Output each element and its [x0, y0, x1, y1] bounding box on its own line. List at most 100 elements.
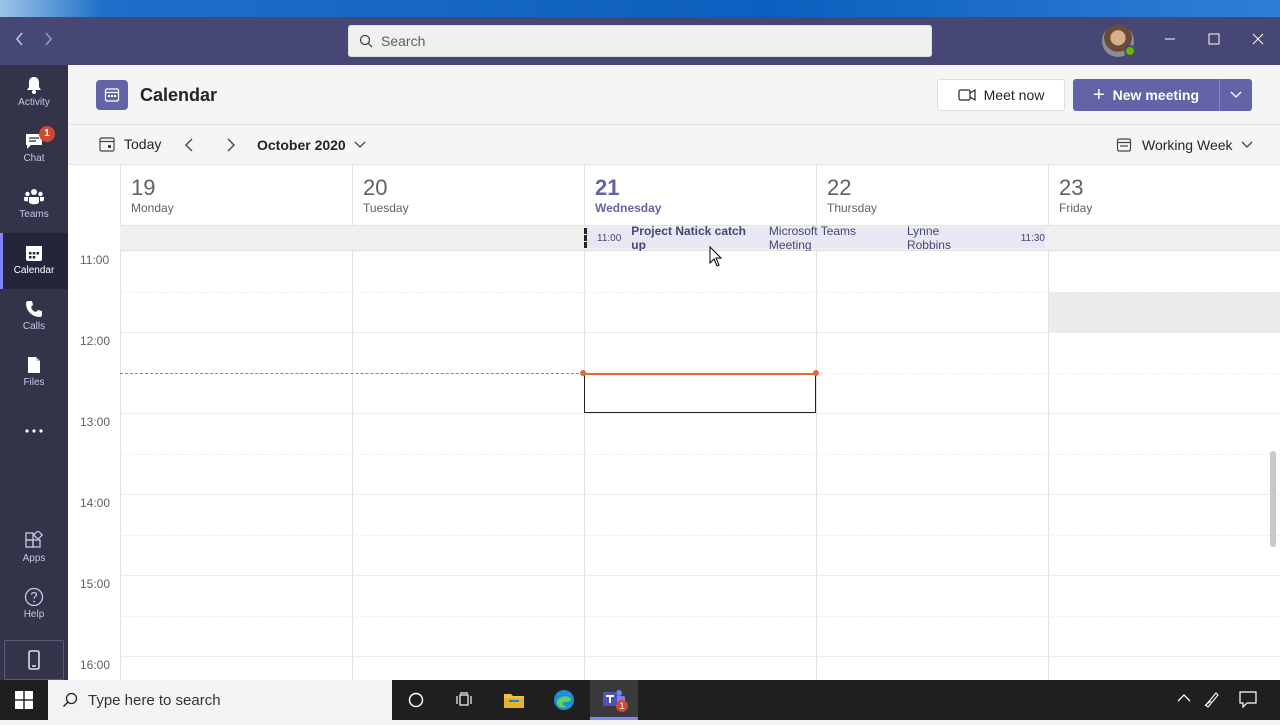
time-label: 16:00 — [80, 658, 111, 672]
apps-icon — [25, 531, 44, 548]
cortana-icon — [408, 692, 424, 708]
calendar-app-icon — [96, 80, 128, 110]
event-start-time: 11:00 — [597, 232, 622, 244]
today-button[interactable]: Today — [98, 135, 161, 153]
current-time-dot — [813, 370, 819, 376]
mouse-cursor-icon — [709, 246, 723, 267]
taskbar-search[interactable]: Type here to search — [48, 680, 392, 720]
half-hour-line — [120, 454, 1280, 455]
task-view-button[interactable] — [440, 680, 488, 720]
previous-week-button[interactable] — [180, 135, 200, 155]
day-number: 23 — [1059, 175, 1084, 200]
page-title: Calendar — [140, 85, 218, 105]
close-button[interactable] — [1243, 27, 1273, 55]
event-location: Microsoft Teams Meeting — [768, 224, 857, 252]
rail-item-label: Files — [23, 377, 45, 388]
chevron-right-icon — [45, 32, 52, 46]
meet-now-button[interactable]: Meet now — [937, 79, 1065, 111]
day-header-tuesday[interactable]: 20 Tuesday — [352, 165, 584, 225]
time-grid[interactable]: 11:00 12:00 13:00 14:00 15:00 16:00 — [68, 251, 1280, 680]
show-hidden-icons-button[interactable] — [1172, 690, 1196, 710]
chevron-down-icon — [354, 141, 366, 148]
edge-button[interactable] — [540, 680, 588, 720]
day-header-wednesday[interactable]: 21 Wednesday — [584, 165, 816, 225]
search-input[interactable] — [381, 33, 901, 49]
rail-item-mobile[interactable] — [4, 640, 64, 680]
rail-item-apps[interactable]: Apps — [0, 521, 68, 577]
event-end-time: 11:30 — [1020, 232, 1045, 244]
chat-unread-badge: 1 — [39, 126, 55, 142]
rail-item-help[interactable]: Help — [0, 577, 68, 633]
event-title: Project Natick catch up — [631, 224, 747, 252]
time-label: 12:00 — [80, 334, 111, 348]
day-header-monday[interactable]: 19 Monday — [120, 165, 352, 225]
time-label: 11:00 — [80, 253, 110, 267]
rail-item-more[interactable] — [0, 401, 68, 457]
back-button[interactable] — [10, 29, 30, 51]
month-picker-button[interactable]: October 2020 — [257, 137, 366, 153]
rail-item-label: Calls — [22, 321, 46, 332]
pen-workspace-button[interactable] — [1200, 690, 1224, 710]
video-camera-icon — [958, 88, 976, 102]
desktop-wallpaper-strip — [0, 0, 1280, 17]
bell-icon — [27, 77, 41, 94]
rail-item-label: Chat — [23, 153, 45, 164]
close-icon — [1252, 33, 1264, 45]
day-name: Wednesday — [595, 201, 662, 215]
rail-item-label: Help — [23, 609, 45, 620]
selected-time-slot[interactable] — [584, 373, 816, 413]
hour-line — [120, 656, 1280, 657]
help-icon — [24, 587, 44, 607]
chevron-right-icon — [227, 138, 235, 152]
view-switcher-button[interactable]: Working Week — [1116, 137, 1253, 153]
rail-item-activity[interactable]: Activity — [0, 65, 68, 121]
new-meeting-button[interactable]: + New meeting — [1073, 79, 1219, 111]
file-explorer-button[interactable] — [490, 680, 538, 720]
event-project-natick[interactable]: 11:00 Project Natick catch up Microsoft … — [584, 224, 1045, 252]
cortana-button[interactable] — [392, 680, 440, 720]
current-time-line — [120, 373, 584, 374]
plus-icon: + — [1092, 84, 1105, 106]
rail-item-teams[interactable]: Teams — [0, 177, 68, 233]
pen-icon — [1204, 692, 1219, 708]
rail-item-files[interactable]: Files — [0, 345, 68, 401]
day-header-thursday[interactable]: 22 Thursday — [816, 165, 1048, 225]
start-button[interactable] — [0, 680, 48, 720]
windows-logo-icon — [15, 691, 33, 709]
day-header-friday[interactable]: 23 Friday — [1048, 165, 1280, 225]
title-bar — [0, 0, 1280, 65]
hour-line — [120, 413, 1280, 414]
hour-line — [120, 575, 1280, 576]
chevron-left-icon — [185, 138, 193, 152]
vertical-scrollbar[interactable] — [1270, 451, 1276, 547]
teams-taskbar-button[interactable]: 1 — [590, 680, 638, 720]
rail-item-label: Apps — [22, 553, 46, 564]
rail-item-chat[interactable]: Chat — [0, 121, 68, 177]
new-meeting-label: New meeting — [1112, 87, 1200, 103]
day-number: 22 — [827, 175, 852, 200]
maximize-icon — [1208, 33, 1220, 45]
calendar-today-icon — [99, 137, 115, 152]
file-icon — [28, 357, 40, 373]
rail-item-calendar[interactable]: Calendar — [0, 233, 68, 289]
current-time-dot — [580, 370, 586, 376]
next-week-button[interactable] — [220, 135, 240, 155]
forward-button[interactable] — [38, 29, 58, 51]
new-meeting-dropdown-button[interactable] — [1219, 79, 1252, 111]
notification-icon — [1239, 691, 1257, 709]
maximize-button[interactable] — [1199, 27, 1229, 55]
teams-notification-badge: 1 — [616, 700, 628, 712]
rail-item-calls[interactable]: Calls — [0, 289, 68, 345]
action-center-button[interactable] — [1236, 690, 1260, 710]
search-icon — [359, 34, 373, 48]
search-box[interactable] — [348, 25, 932, 57]
half-hour-line — [120, 616, 1280, 617]
teams-icon — [24, 189, 44, 205]
hour-line — [120, 332, 1280, 333]
calendar-icon — [26, 246, 42, 261]
day-name: Thursday — [827, 201, 878, 215]
rail-item-label: Teams — [19, 209, 49, 220]
minimize-button[interactable] — [1155, 27, 1185, 55]
more-icon — [25, 429, 43, 433]
half-hour-line — [120, 292, 1280, 293]
